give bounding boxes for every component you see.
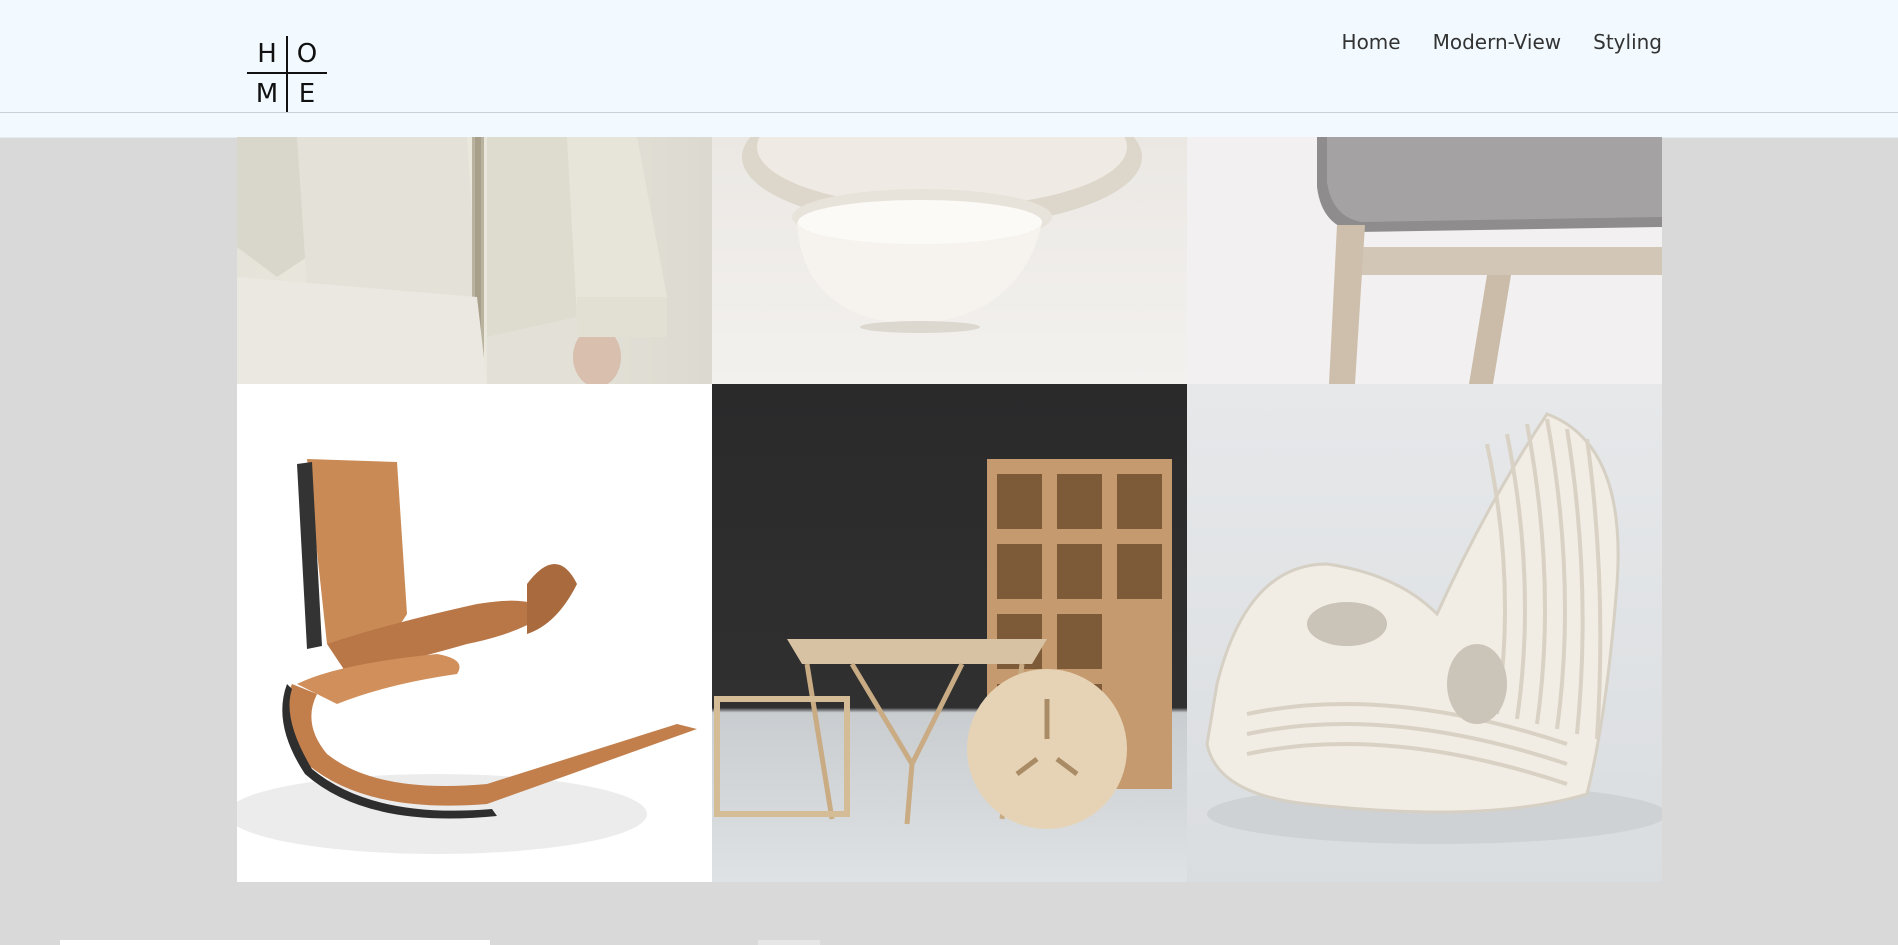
logo-horizontal-rule (247, 72, 327, 74)
parametric-white-rocking-chair-image (1205, 412, 1662, 844)
logo-vertical-rule (286, 36, 288, 112)
logo-letter-o: O (296, 38, 318, 69)
gallery-tile-bowl[interactable] (712, 137, 1187, 384)
footer-block-left (60, 940, 490, 945)
header-subbar (0, 113, 1898, 138)
logo-letter-m: M (255, 78, 279, 109)
plywood-furniture-set-image (714, 459, 1172, 829)
nav-link-home[interactable]: Home (1342, 30, 1401, 54)
gallery-tile-parametric-chair[interactable] (1187, 384, 1662, 882)
footer-block-right (758, 940, 820, 945)
logo-letter-e: E (298, 78, 316, 109)
logo-letter-h: H (257, 38, 277, 69)
beige-shirt-with-rope-image (237, 137, 667, 384)
ceramic-bowl-image (742, 137, 1142, 333)
wooden-rocking-chair-image (237, 459, 697, 854)
nav-link-styling[interactable]: Styling (1593, 30, 1662, 54)
gallery-tile-shirt[interactable] (237, 137, 712, 384)
gallery-tile-chair-leg[interactable] (1187, 137, 1662, 384)
nav-link-modern-view[interactable]: Modern-View (1433, 30, 1562, 54)
gallery-tile-rocking-chair[interactable] (237, 384, 712, 882)
main-nav: Home Modern-View Styling (1342, 30, 1662, 54)
home-logo[interactable]: H O M E (247, 34, 327, 112)
site-header: H O M E Home Modern-View Styling (0, 0, 1898, 113)
gallery-tile-plywood-set[interactable] (712, 384, 1187, 882)
upholstered-chair-leg-image (1317, 137, 1662, 384)
